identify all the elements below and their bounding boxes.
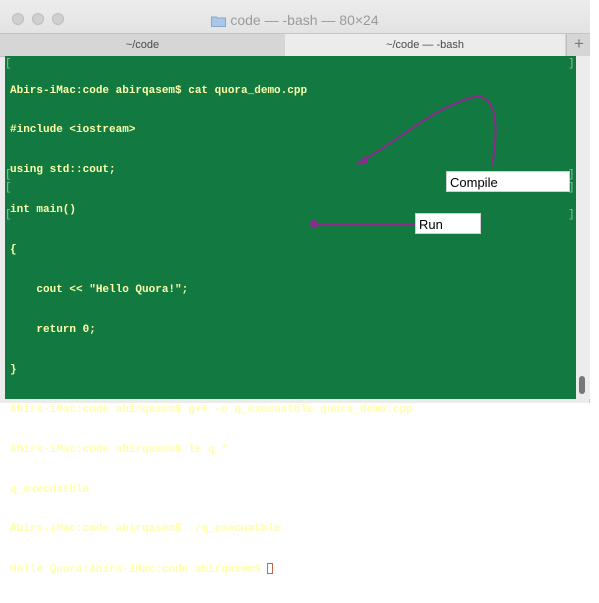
terminal-cursor — [267, 563, 274, 575]
terminal-line: Abirs-iMac:code abirqasem$ ls q_* — [10, 443, 228, 456]
run-label: Run — [415, 213, 481, 234]
compile-label: Compile — [446, 171, 570, 192]
compile-arrow — [356, 95, 497, 167]
terminal-line-text: Hello Quora!Abirs-iMac:code abirqasem$ — [10, 564, 268, 577]
terminal-prompt-line: Hello Quora!Abirs-iMac:code abirqasem$ — [10, 563, 413, 576]
terminal-line: q_execuatble — [10, 483, 90, 496]
terminal-window: code — -bash — 80×24 ~/code ~/code — -ba… — [0, 0, 590, 576]
annotation-arrows — [310, 95, 497, 228]
terminal-line: Abirs-iMac:code abirqasem$ g++ -o q_exec… — [10, 403, 413, 416]
run-arrowhead — [310, 220, 318, 228]
compile-arrowhead — [356, 155, 368, 165]
terminal-line: Abirs-iMac:code abirqasem$ ./q_execuatbl… — [10, 523, 281, 536]
